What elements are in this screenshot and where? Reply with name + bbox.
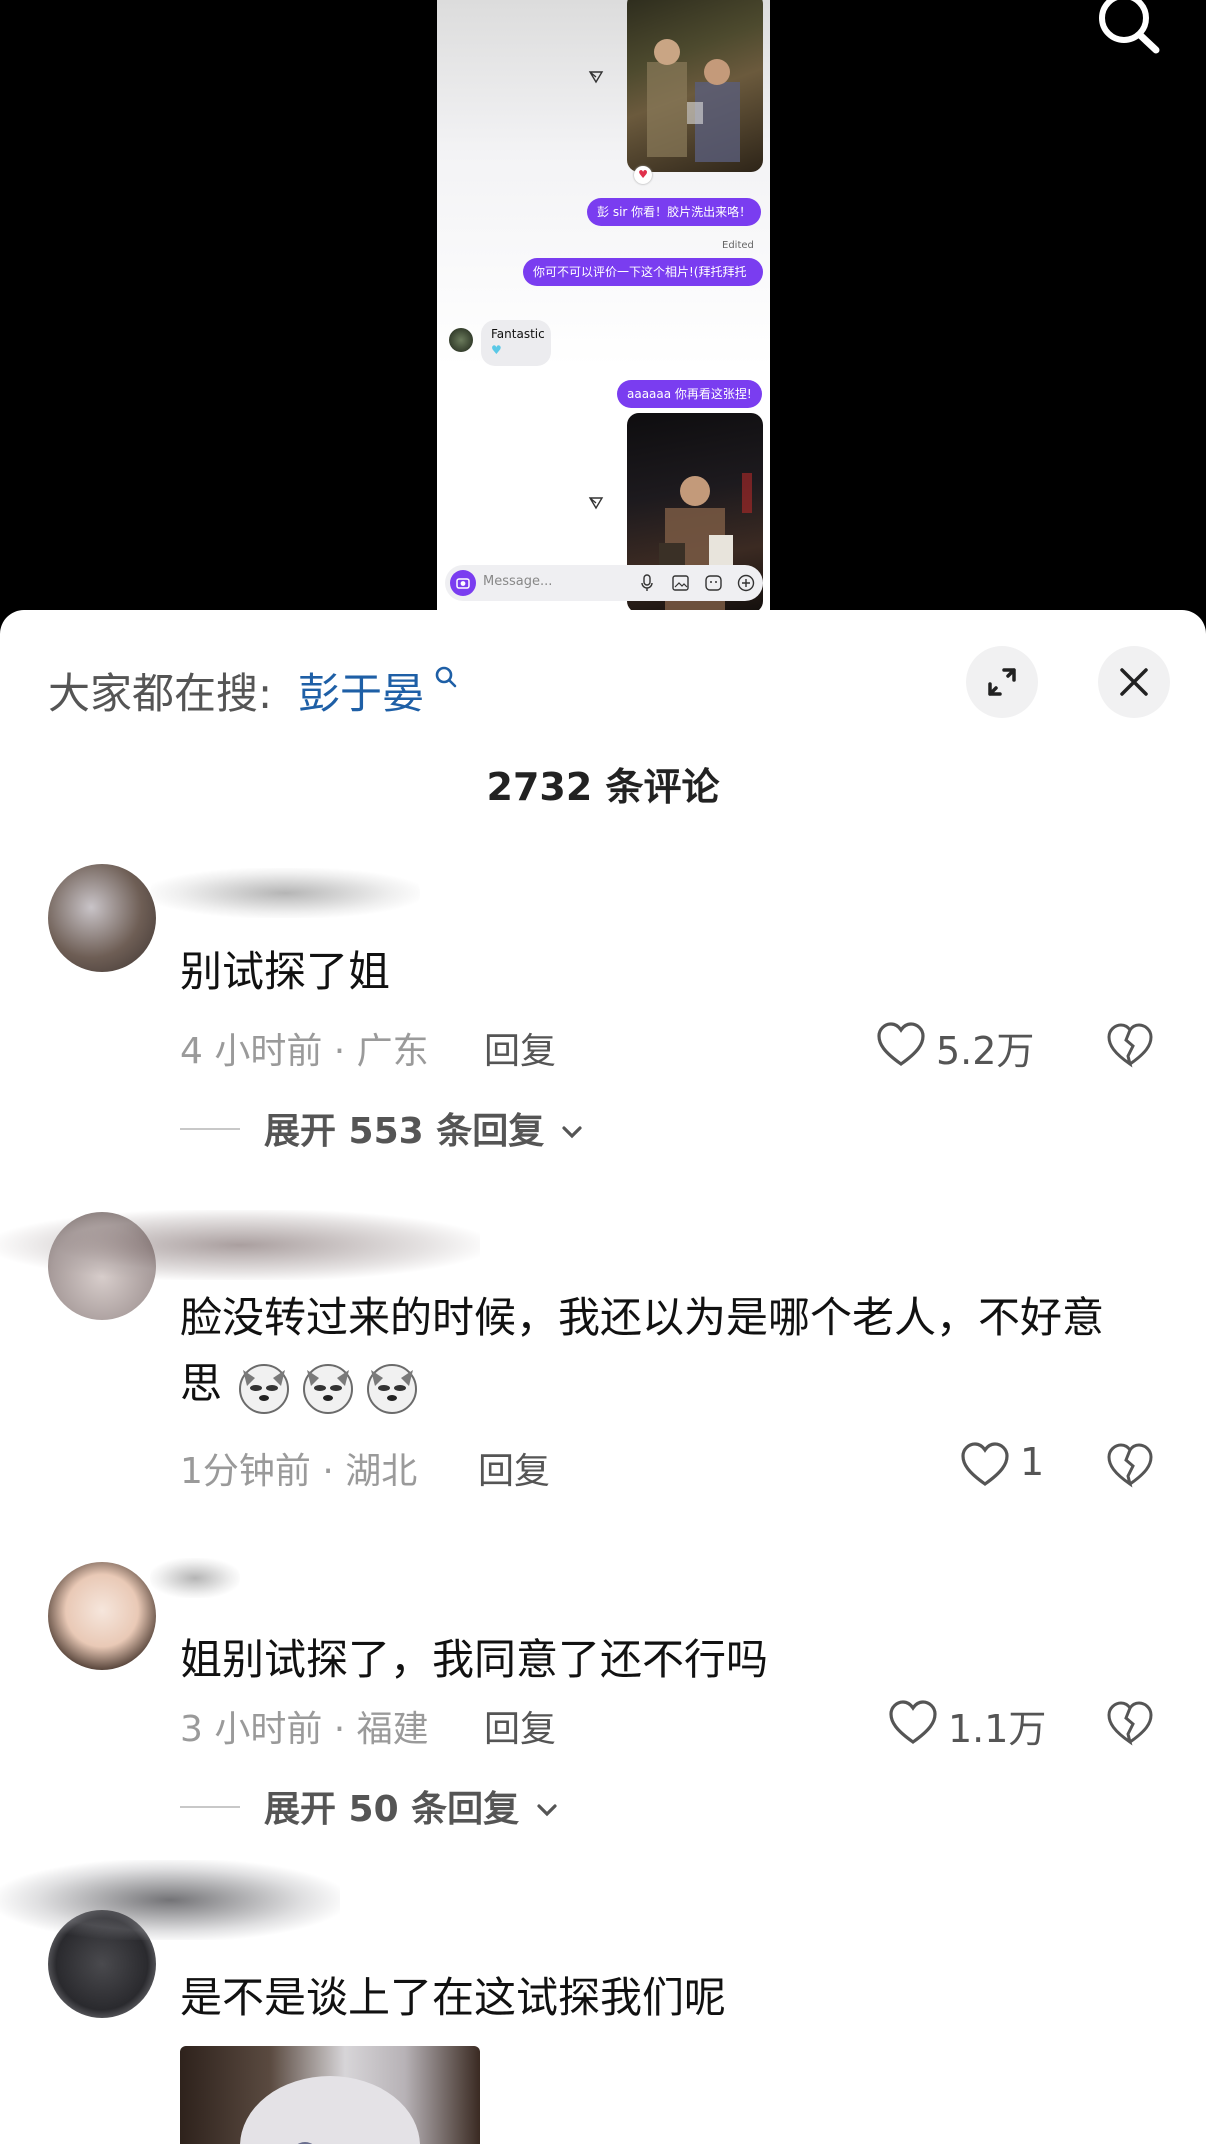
heart-icon bbox=[877, 1022, 925, 1066]
reply-button[interactable]: 回复 bbox=[484, 1700, 556, 1752]
edited-label: Edited bbox=[722, 240, 754, 251]
message-input-bar[interactable]: Message... bbox=[445, 565, 763, 601]
username-blurred[interactable] bbox=[150, 1558, 240, 1598]
camera-icon[interactable] bbox=[450, 570, 476, 596]
doge-emoji bbox=[235, 1358, 293, 1416]
comment-sheet: 大家都在搜: 彭于晏 2732 条评论 别试探了姐 4 小时前 · 广东 回复 … bbox=[0, 610, 1206, 2144]
video-player[interactable]: ♥ 彭 sir 你看！胶片洗出来咯！ Edited 你可不可以评价一下这个相片!… bbox=[0, 0, 1206, 620]
username-blurred[interactable] bbox=[0, 1210, 480, 1280]
close-icon bbox=[1120, 668, 1148, 696]
trending-search-label: 大家都在搜: bbox=[48, 669, 273, 718]
heart-icon bbox=[889, 1700, 937, 1744]
chat-bubble: aaaaaa 你再看这张捏! bbox=[617, 380, 762, 408]
username-blurred[interactable] bbox=[0, 1860, 340, 1940]
share-icon[interactable] bbox=[587, 494, 605, 512]
mic-icon bbox=[641, 574, 653, 591]
expand-icon bbox=[988, 668, 1016, 696]
broken-heart-icon[interactable] bbox=[1106, 1442, 1154, 1490]
add-icon bbox=[737, 574, 755, 592]
message-placeholder: Message... bbox=[483, 574, 553, 589]
comment-text: 别试探了姐 bbox=[180, 947, 391, 996]
chevron-down-icon bbox=[562, 1126, 582, 1139]
heart-reaction-icon: ♥ bbox=[634, 166, 652, 184]
chat-photo-1 bbox=[627, 0, 763, 172]
sticker-icon bbox=[705, 575, 722, 591]
avatar[interactable] bbox=[48, 1562, 156, 1670]
reply-button[interactable]: 回复 bbox=[478, 1442, 550, 1494]
broken-heart-icon[interactable] bbox=[1106, 1022, 1154, 1070]
comment-meta: 4 小时前 · 广东 bbox=[180, 1031, 429, 1072]
chat-bubble: 你可不可以评价一下这个相片!(拜托拜托 bbox=[523, 258, 763, 286]
doge-emoji bbox=[299, 1358, 357, 1416]
comment-text-line: 思 bbox=[180, 1352, 427, 1416]
search-icon[interactable] bbox=[1086, 0, 1166, 60]
contact-avatar bbox=[449, 328, 473, 352]
share-icon[interactable] bbox=[587, 68, 605, 86]
comment-count: 2732 条评论 bbox=[486, 765, 720, 809]
chat-bubble: 彭 sir 你看！胶片洗出来咯！ bbox=[587, 198, 762, 226]
search-icon[interactable] bbox=[433, 664, 459, 690]
gallery-icon bbox=[672, 575, 689, 591]
comment-text-line: 脸没转过来的时候，我还以为是哪个老人，不好意 bbox=[180, 1293, 1105, 1342]
comment-text: 姐别试探了，我同意了还不行吗 bbox=[180, 1635, 769, 1684]
comment-text: 是不是谈上了在这试探我们呢 bbox=[180, 1973, 727, 2022]
comment-meta: 3 小时前 · 福建 bbox=[180, 1709, 429, 1750]
chevron-down-icon bbox=[537, 1804, 557, 1817]
heart-icon bbox=[961, 1442, 1009, 1486]
close-button[interactable] bbox=[1098, 646, 1170, 718]
like-count: 1 bbox=[1020, 1440, 1045, 1484]
video-frame-chat-screenshot: ♥ 彭 sir 你看！胶片洗出来咯！ Edited 你可不可以评价一下这个相片!… bbox=[437, 0, 770, 612]
avatar[interactable] bbox=[48, 864, 156, 972]
trending-search-link[interactable]: 彭于晏 bbox=[298, 660, 424, 721]
broken-heart-icon[interactable] bbox=[1106, 1700, 1154, 1748]
received-message: Fantastic ♥ bbox=[481, 320, 551, 366]
comment-image[interactable] bbox=[180, 2046, 480, 2144]
like-count: 1.1万 bbox=[948, 1707, 1047, 1751]
doge-emoji bbox=[363, 1358, 421, 1416]
comment-meta: 1分钟前 · 湖北 bbox=[180, 1451, 418, 1492]
like-count: 5.2万 bbox=[936, 1029, 1035, 1073]
reply-button[interactable]: 回复 bbox=[484, 1022, 556, 1074]
expand-button[interactable] bbox=[966, 646, 1038, 718]
username-blurred[interactable] bbox=[150, 868, 420, 918]
